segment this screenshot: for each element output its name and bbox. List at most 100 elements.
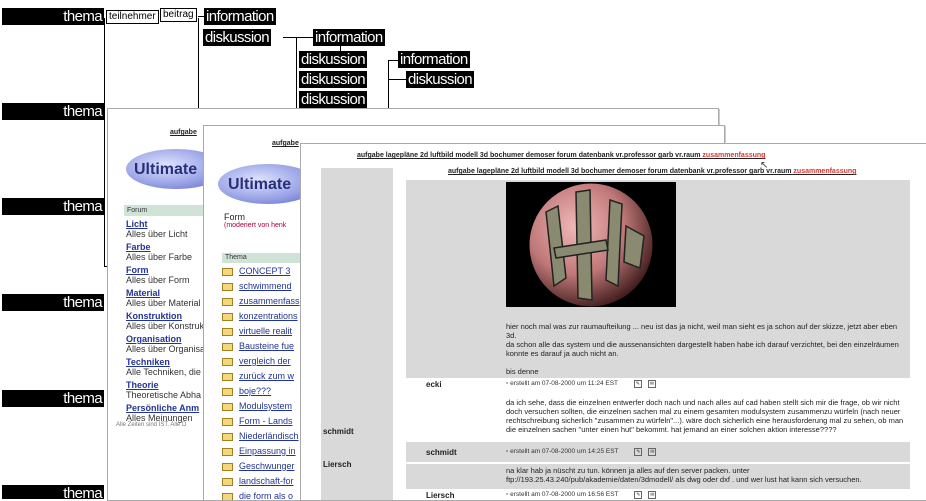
information-label: information xyxy=(204,8,276,25)
connector-line xyxy=(388,79,406,80)
topic-row[interactable]: die form als o xyxy=(222,489,300,500)
topic-link[interactable]: zurück zum w xyxy=(239,371,294,381)
mouse-cursor-icon: ↖ xyxy=(760,160,769,171)
topic-row[interactable]: Einpassung in xyxy=(222,444,300,459)
diskussion-label: diskussion xyxy=(299,91,368,108)
teilnehmer-label: teilnehmer xyxy=(106,10,159,24)
thema-label: thema xyxy=(2,198,104,215)
folder-icon xyxy=(222,342,233,351)
topic-row[interactable]: Geschwunger xyxy=(222,459,300,474)
folder-icon xyxy=(222,432,233,441)
folder-icon xyxy=(222,312,233,321)
doc-icon: ▫ xyxy=(506,380,509,387)
topic-row[interactable]: schwimmend xyxy=(222,279,300,294)
doc-icon: ▫ xyxy=(506,491,509,498)
folder-icon xyxy=(222,477,233,486)
nav-bar[interactable]: aufgabe xyxy=(170,129,197,136)
edit-icon[interactable]: ✎ xyxy=(634,448,643,456)
folder-icon xyxy=(222,357,233,366)
thema-header-bar: Thema xyxy=(222,253,305,263)
topic-link[interactable]: zusammenfass xyxy=(239,296,300,306)
folder-icon xyxy=(222,297,233,306)
edit-icon[interactable]: ✎ xyxy=(633,380,642,388)
nav-bar-back[interactable]: aufgabe lagepläne 2d luftbild modell 3d … xyxy=(357,152,765,159)
topic-link[interactable]: schwimmend xyxy=(239,281,292,291)
folder-icon xyxy=(222,402,233,411)
author-liersch-left: Liersch xyxy=(323,460,352,469)
sphere-render-image xyxy=(506,182,676,307)
author-schmidt: schmidt xyxy=(426,448,457,457)
beitrag-label: beitrag xyxy=(160,8,197,22)
moderator-note: (moderiert von henk xyxy=(224,222,287,229)
post-2-text: da ich sehe, dass die einzelnen entwerfe… xyxy=(506,398,904,434)
diskussion-label: diskussion xyxy=(299,71,368,88)
diskussion-label: diskussion xyxy=(203,29,272,46)
author-liersch: Liersch xyxy=(426,491,455,499)
folder-icon xyxy=(222,282,233,291)
post-3-text: na klar hab ja nüscht zu tun. können ja … xyxy=(506,466,862,484)
thread-window-front: aufgabe lagepläne 2d luftbild modell 3d … xyxy=(394,160,926,499)
post-2-meta: ▫ erstellt am 07-08-2000 um 14:25 EST ✎ … xyxy=(506,448,657,456)
doc-icon: ▫ xyxy=(506,448,509,455)
diskussion-label: diskussion xyxy=(299,51,368,68)
post-1-text: hier noch mal was zur raumaufteilung ...… xyxy=(506,322,899,376)
topic-row[interactable]: Bausteine fue xyxy=(222,339,300,354)
folder-icon xyxy=(222,492,233,500)
topic-list: CONCEPT 3 schwimmend zusammenfass konzentra… xyxy=(222,264,300,500)
topic-row[interactable]: konzentrations xyxy=(222,309,300,324)
topic-link[interactable]: Form - Lands xyxy=(239,416,293,426)
topic-row[interactable]: CONCEPT 3 xyxy=(222,264,300,279)
nav-bar[interactable]: aufgabe lagepläne 2d luftbild modell 3d … xyxy=(448,168,856,175)
nav-bar[interactable]: aufgabe xyxy=(272,140,299,147)
topic-link[interactable]: konzentrations xyxy=(239,311,298,321)
topic-link[interactable]: CONCEPT 3 xyxy=(239,266,290,276)
topic-row[interactable]: vergleich der xyxy=(222,354,300,369)
mail-icon[interactable]: ✉ xyxy=(648,491,657,499)
topic-row[interactable]: Modulsystem xyxy=(222,399,300,414)
edit-icon[interactable]: ✎ xyxy=(634,491,643,499)
topic-row[interactable]: boje??? xyxy=(222,384,300,399)
left-author-column xyxy=(321,168,393,500)
mail-icon[interactable]: ✉ xyxy=(647,380,656,388)
topic-row[interactable]: Form - Lands xyxy=(222,414,300,429)
thema-label: thema xyxy=(2,390,104,407)
topic-link[interactable]: boje??? xyxy=(239,386,271,396)
folder-icon xyxy=(222,372,233,381)
connector-line xyxy=(388,60,398,61)
mail-icon[interactable]: ✉ xyxy=(648,448,657,456)
topic-link[interactable]: landschaft-for xyxy=(239,476,294,486)
topic-row[interactable]: zusammenfass xyxy=(222,294,300,309)
sphere-render-svg xyxy=(506,182,676,307)
folder-icon xyxy=(222,447,233,456)
topic-link[interactable]: Niederländisch xyxy=(239,431,299,441)
folder-icon xyxy=(222,387,233,396)
topic-row[interactable]: landschaft-for xyxy=(222,474,300,489)
topic-link[interactable]: Modulsystem xyxy=(239,401,292,411)
diskussion-label: diskussion xyxy=(406,71,475,88)
folder-icon xyxy=(222,462,233,471)
topic-row[interactable]: virtuelle realit xyxy=(222,324,300,339)
topic-link[interactable]: vergleich der xyxy=(239,356,291,366)
connector-line xyxy=(283,37,313,38)
post-1-meta: ▫ erstellt am 07-08-2000 um 11:24 EST ✎ … xyxy=(506,380,656,388)
topic-link[interactable]: Bausteine fue xyxy=(239,341,294,351)
forum-title: Form xyxy=(224,212,245,222)
topic-row[interactable]: Niederländisch xyxy=(222,429,300,444)
thema-label: thema xyxy=(2,294,104,311)
folder-icon xyxy=(222,417,233,426)
topic-link[interactable]: Geschwunger xyxy=(239,461,295,471)
folder-icon xyxy=(222,267,233,276)
thema-label: thema xyxy=(2,8,104,25)
topic-link[interactable]: Einpassung in xyxy=(239,446,296,456)
post-3-meta: ▫ erstellt am 07-08-2000 um 16:56 EST ✎ … xyxy=(506,491,657,499)
folder-icon xyxy=(222,327,233,336)
author-schmidt-left: schmidt xyxy=(323,427,354,436)
author-ecki: ecki xyxy=(426,380,442,389)
timezone-note: Alle Zeiten sind IST. Alle D xyxy=(116,422,187,428)
topic-row[interactable]: zurück zum w xyxy=(222,369,300,384)
topic-link[interactable]: virtuelle realit xyxy=(239,326,292,336)
thema-label: thema xyxy=(2,103,104,120)
topic-link[interactable]: die form als o xyxy=(239,491,293,500)
connector-line xyxy=(104,18,105,266)
information-label: information xyxy=(313,29,385,46)
